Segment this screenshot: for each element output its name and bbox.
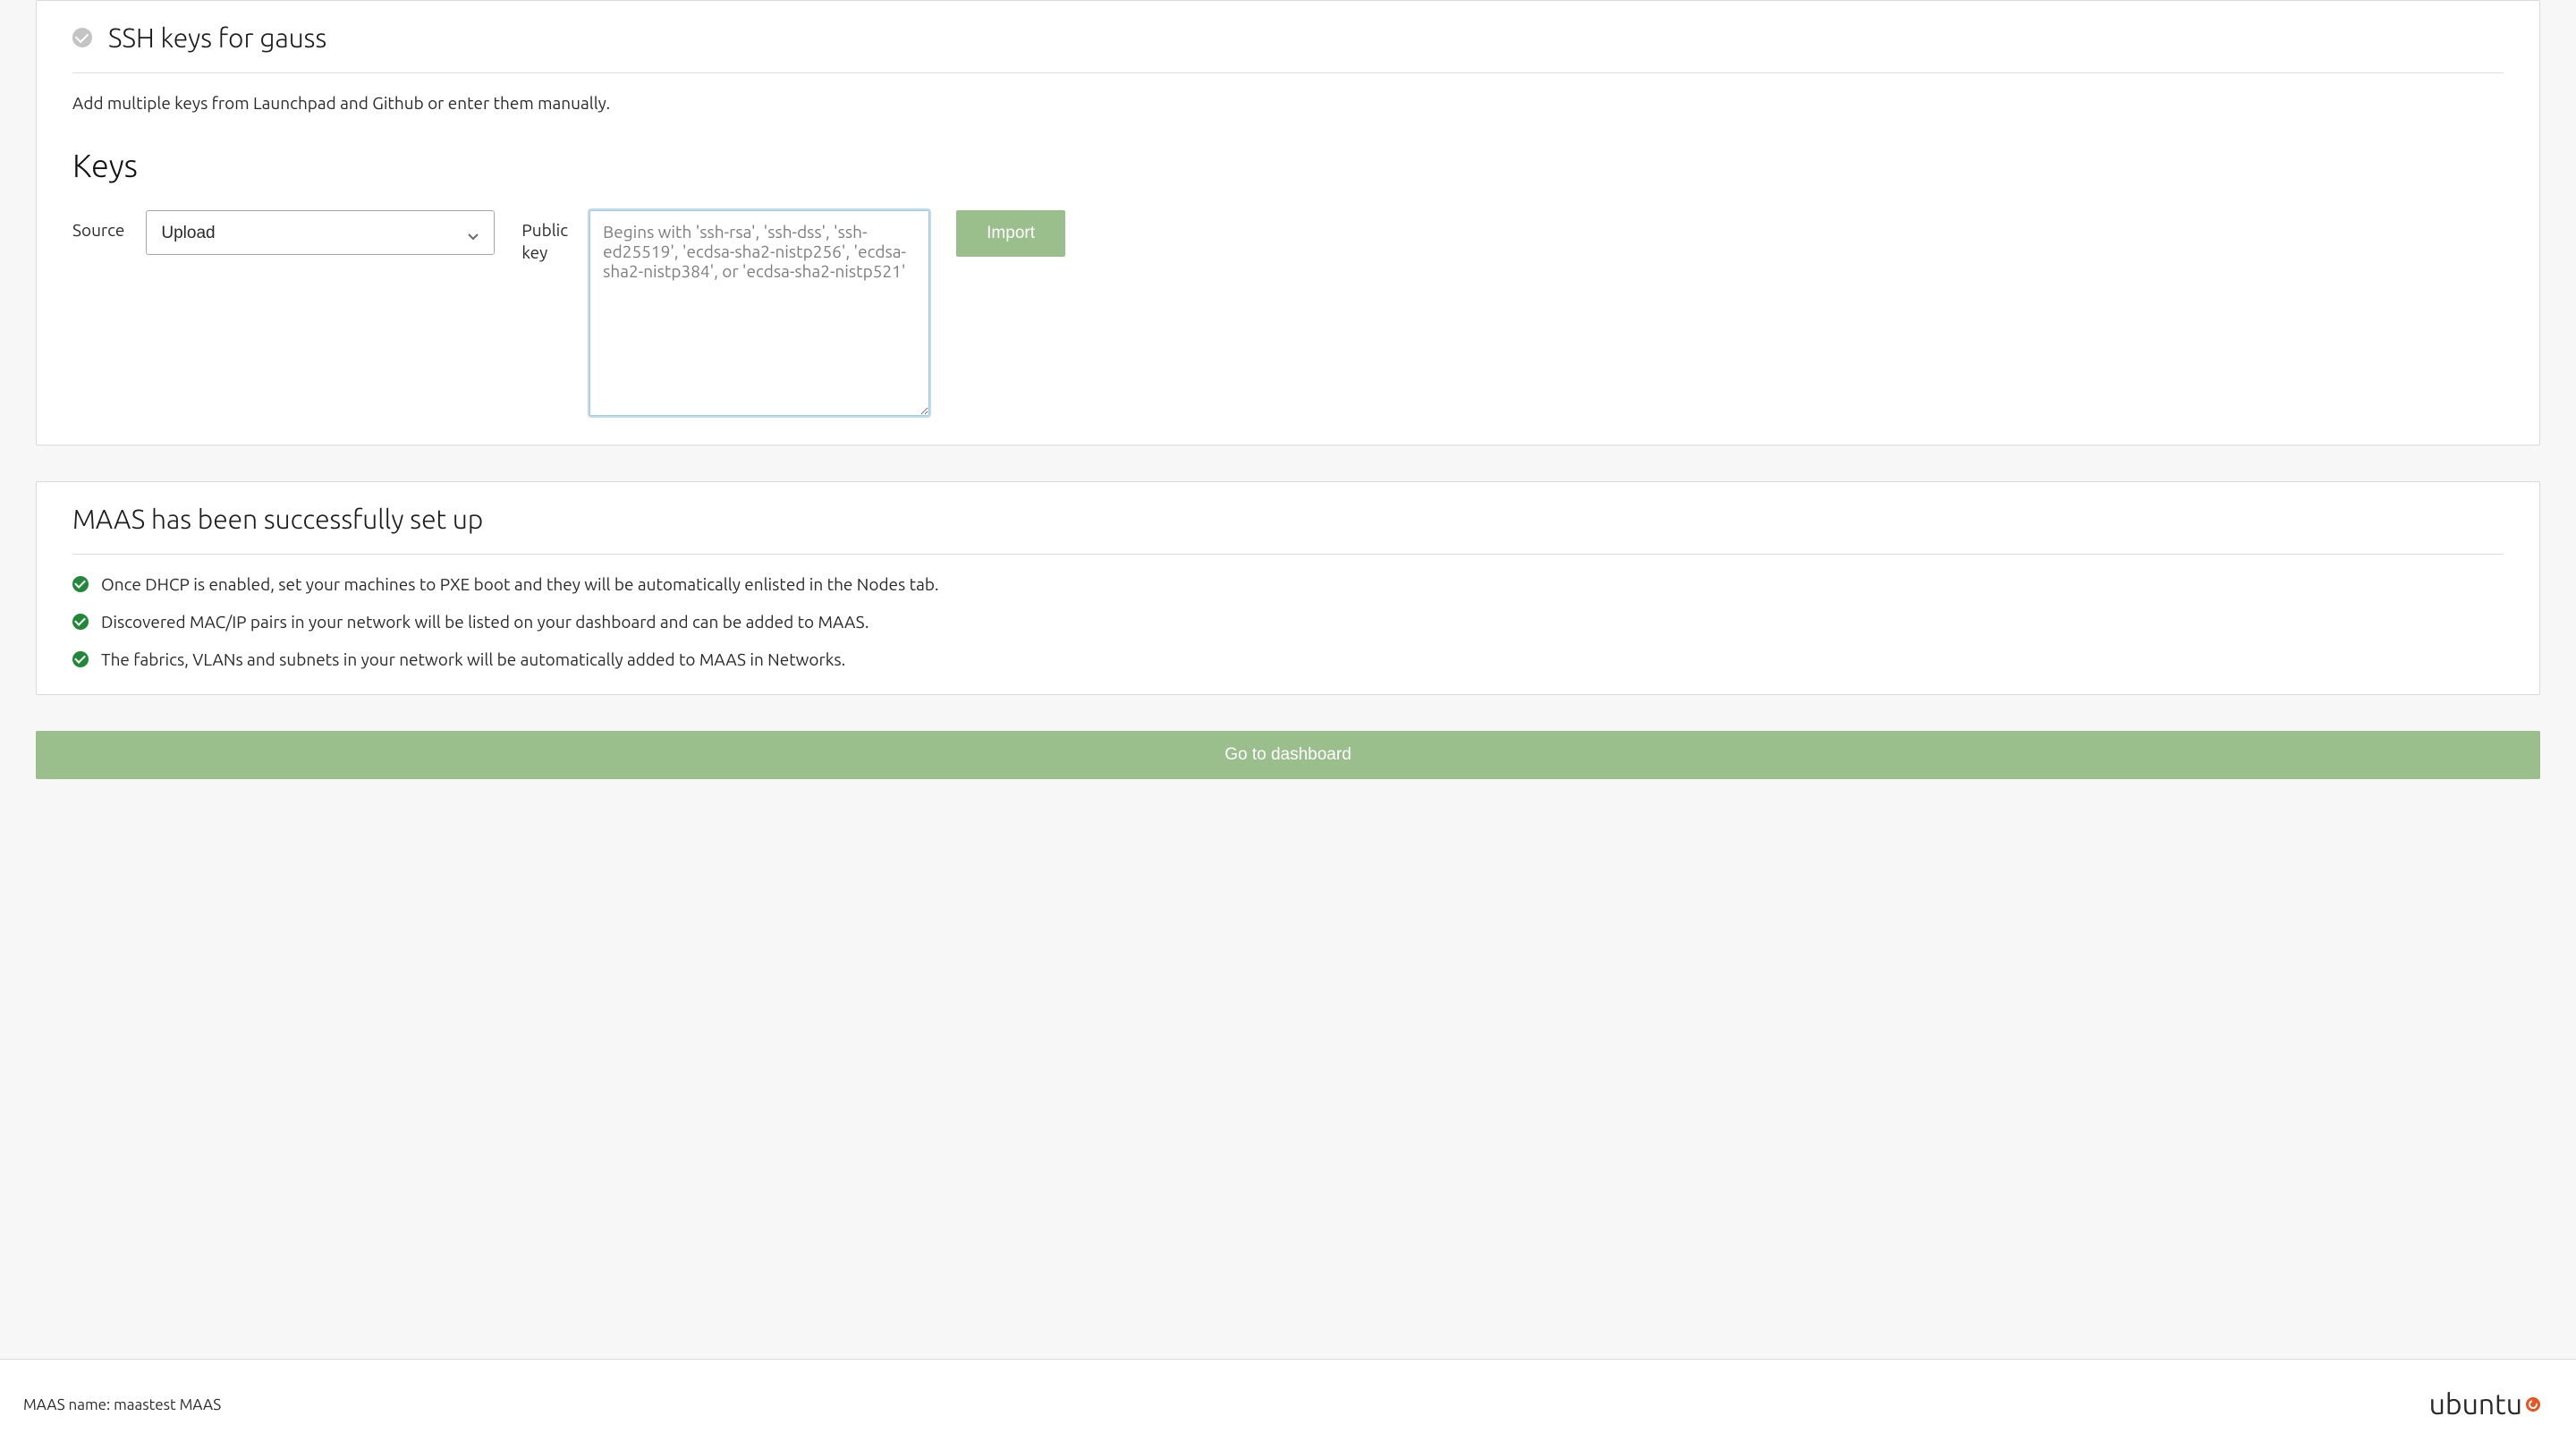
public-key-label: Public key [521, 210, 568, 263]
card-header: SSH keys for gauss [72, 22, 2504, 73]
source-select-wrap: Upload [146, 210, 495, 255]
public-key-input[interactable] [589, 210, 929, 416]
footer: MAAS name: maastest MAAS ubuntu [0, 1359, 2576, 1442]
ubuntu-logo: ubuntu [2429, 1388, 2540, 1421]
list-item: Discovered MAC/IP pairs in your network … [72, 612, 2504, 632]
success-item-text: Once DHCP is enabled, set your machines … [101, 574, 939, 594]
keys-form-row: Source Upload Public key Import [72, 210, 2504, 416]
success-item-text: Discovered MAC/IP pairs in your network … [101, 612, 869, 632]
source-select[interactable]: Upload [146, 210, 495, 255]
ssh-keys-card: SSH keys for gauss Add multiple keys fro… [36, 0, 2540, 445]
success-item-text: The fabrics, VLANs and subnets in your n… [101, 649, 845, 669]
success-card: MAAS has been successfully set up Once D… [36, 481, 2540, 695]
import-button[interactable]: Import [956, 210, 1065, 257]
ssh-card-intro: Add multiple keys from Launchpad and Git… [72, 93, 2504, 113]
public-key-group: Public key [521, 210, 929, 416]
success-list: Once DHCP is enabled, set your machines … [72, 574, 2504, 669]
footer-left: MAAS name: maastest MAAS [23, 1396, 221, 1413]
maas-name-label: MAAS name: [23, 1396, 114, 1413]
maas-name-value: maastest MAAS [114, 1396, 221, 1413]
check-icon [72, 576, 89, 592]
source-group: Source Upload [72, 210, 495, 255]
success-title: MAAS has been successfully set up [72, 504, 2504, 555]
list-item: The fabrics, VLANs and subnets in your n… [72, 649, 2504, 669]
check-icon [72, 614, 89, 630]
ssh-card-title: SSH keys for gauss [108, 22, 326, 53]
go-to-dashboard-button[interactable]: Go to dashboard [36, 731, 2540, 779]
list-item: Once DHCP is enabled, set your machines … [72, 574, 2504, 594]
keys-heading: Keys [72, 147, 2504, 183]
ubuntu-circle-icon [2526, 1397, 2540, 1412]
source-label: Source [72, 210, 124, 242]
check-icon [72, 651, 89, 667]
check-icon [72, 28, 92, 47]
ubuntu-wordmark: ubuntu [2429, 1388, 2522, 1421]
